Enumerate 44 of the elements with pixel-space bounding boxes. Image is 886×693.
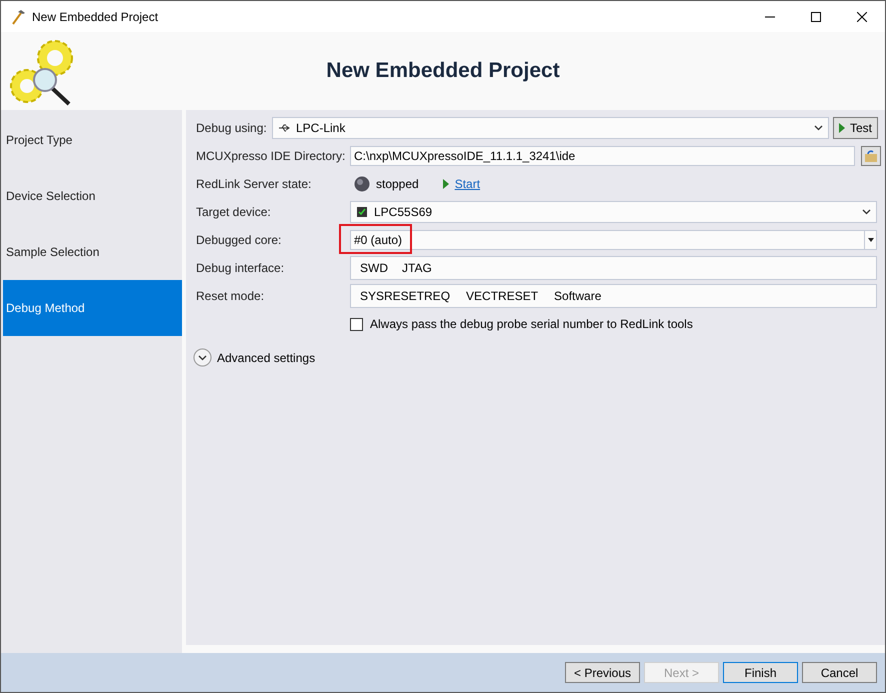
play-icon: [442, 179, 449, 189]
field-label: Reset mode:: [196, 288, 266, 305]
usb-icon: [278, 123, 290, 133]
maximize-icon[interactable]: [811, 12, 821, 22]
interface-option[interactable]: SWD: [360, 259, 388, 277]
status-indicator-icon: [354, 176, 370, 192]
sidebar-item[interactable]: Sample Selection: [3, 224, 182, 280]
checkbox[interactable]: [350, 318, 363, 330]
wizard-button[interactable]: Finish: [723, 662, 798, 683]
chip-icon: [356, 206, 368, 218]
dropdown-arrow-icon: [868, 238, 874, 242]
expand-toggle-icon[interactable]: [193, 348, 212, 367]
wizard-button[interactable]: Cancel: [802, 662, 877, 683]
reset-option[interactable]: VECTRESET: [466, 287, 538, 305]
device-dropdown[interactable]: LPC55S69: [350, 201, 877, 223]
field-label: Debug using:: [196, 120, 268, 137]
reset-option[interactable]: Software: [554, 287, 602, 305]
field-label: RedLink Server state:: [196, 176, 312, 193]
page-heading: New Embedded Project: [325, 58, 561, 84]
checkbox-label: Always pass the debug probe serial number to RedLink tools: [370, 316, 693, 333]
directory-field[interactable]: C:\nxp\MCUXpressoIDE_11.1.1_3241\ide: [350, 146, 855, 166]
server-status: stopped: [376, 176, 419, 193]
sidebar-item[interactable]: Project Type: [3, 112, 182, 168]
field-label: Target device:: [196, 204, 272, 221]
wizard-button[interactable]: < Previous: [565, 662, 640, 683]
chevron-down-icon: [862, 209, 871, 215]
field-label: MCUXpresso IDE Directory:: [196, 148, 346, 165]
test-button[interactable]: Test: [833, 117, 878, 139]
hammer-icon: [10, 8, 26, 24]
sidebar-item[interactable]: Debug Method: [3, 280, 182, 336]
interface-option[interactable]: JTAG: [402, 259, 432, 277]
play-icon: [839, 123, 845, 133]
window-title: New Embedded Project: [32, 8, 158, 26]
field-label: Debugged core:: [196, 232, 282, 249]
close-icon[interactable]: [857, 12, 867, 22]
field-label: Debug interface:: [196, 260, 286, 277]
probe-dropdown[interactable]: LPC-Link: [272, 117, 829, 139]
chevron-down-icon: [814, 125, 823, 131]
reset-option[interactable]: SYSRESETREQ: [360, 287, 450, 305]
advanced-settings-label: Advanced settings: [217, 350, 316, 366]
start-link[interactable]: Start: [454, 175, 480, 193]
sidebar-item[interactable]: Device Selection: [3, 168, 182, 224]
browse-folder-button[interactable]: [861, 146, 881, 166]
core-dropdown[interactable]: #0 (auto): [350, 230, 877, 250]
